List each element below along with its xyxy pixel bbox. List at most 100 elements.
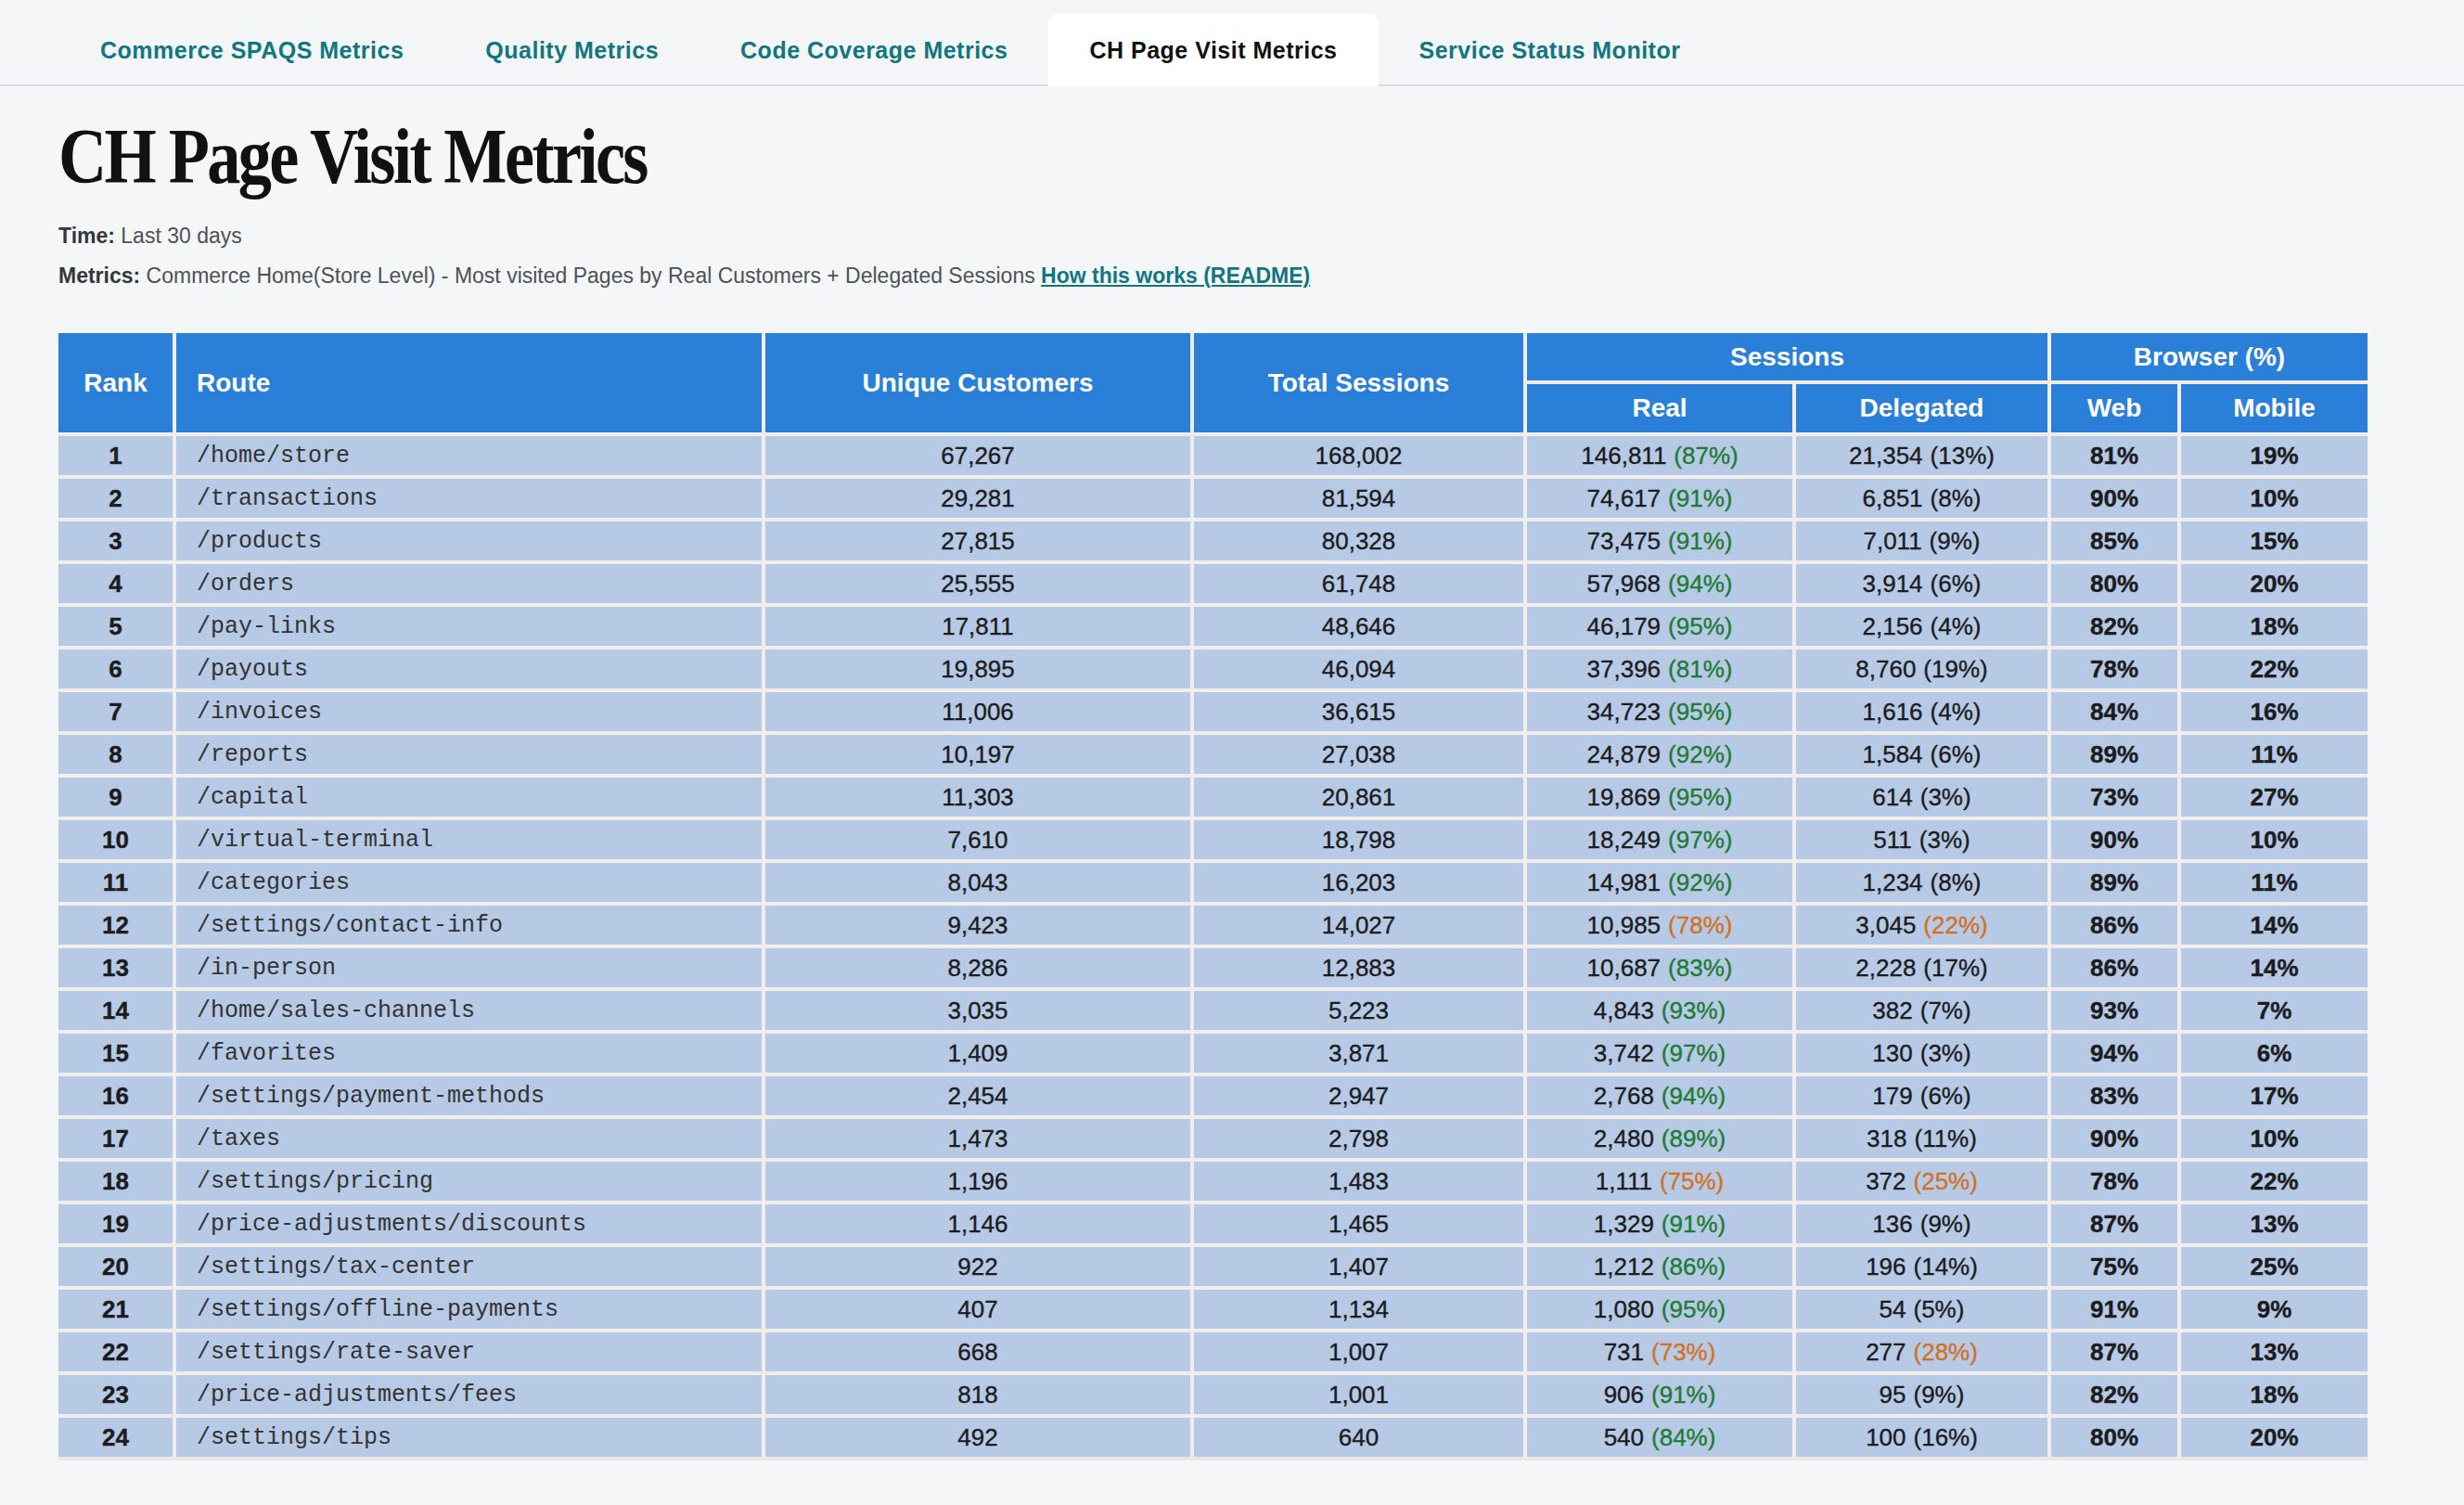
delegated-count: 6,851 — [1863, 484, 1923, 513]
cell-route: /price-adjustments/fees — [176, 1375, 762, 1414]
time-label: Time: — [58, 224, 115, 248]
cell-mobile-percent: 20% — [2181, 1418, 2368, 1457]
delegated-percent: (6%) — [1931, 570, 1982, 598]
delegated-count: 1,234 — [1863, 868, 1923, 897]
delegated-count: 136 — [1872, 1210, 1912, 1239]
delegated-percent: (3%) — [1920, 783, 1971, 812]
cell-mobile-percent: 11% — [2181, 863, 2368, 902]
real-count: 10,985 — [1587, 911, 1662, 940]
cell-delegated-sessions: 318(11%) — [1796, 1119, 2047, 1158]
time-row: Time: Last 30 days — [58, 216, 2464, 256]
col-header-route: Route — [176, 333, 762, 432]
cell-route: /favorites — [176, 1034, 762, 1073]
cell-real-sessions: 1,111(75%) — [1527, 1162, 1792, 1201]
real-count: 1,111 — [1596, 1167, 1652, 1196]
cell-web-percent: 83% — [2051, 1076, 2177, 1115]
cell-route: /settings/tax-center — [176, 1247, 762, 1286]
cell-web-percent: 78% — [2051, 1162, 2177, 1201]
col-group-sessions: Sessions — [1527, 333, 2047, 380]
cell-rank: 11 — [58, 863, 173, 902]
tab-code-coverage-metrics[interactable]: Code Coverage Metrics — [699, 14, 1048, 86]
col-group-browser: Browser (%) — [2051, 333, 2368, 380]
tab-service-status-monitor[interactable]: Service Status Monitor — [1379, 14, 1722, 86]
real-percent: (93%) — [1662, 997, 1726, 1025]
real-count: 18,249 — [1587, 826, 1662, 855]
cell-mobile-percent: 17% — [2181, 1076, 2368, 1115]
delegated-count: 7,011 — [1863, 527, 1921, 556]
real-count: 37,396 — [1587, 655, 1662, 684]
delegated-count: 1,584 — [1863, 740, 1923, 769]
readme-link[interactable]: How this works (README) — [1041, 264, 1310, 288]
cell-total-sessions: 46,094 — [1194, 650, 1523, 688]
delegated-percent: (13%) — [1931, 442, 1995, 470]
cell-delegated-sessions: 95(9%) — [1796, 1375, 2047, 1414]
col-header-rank: Rank — [58, 333, 173, 432]
col-header-total-sessions: Total Sessions — [1194, 333, 1523, 432]
tab-ch-page-visit-metrics[interactable]: CH Page Visit Metrics — [1048, 14, 1378, 86]
cell-real-sessions: 73,475(91%) — [1527, 521, 1792, 560]
cell-web-percent: 93% — [2051, 991, 2177, 1030]
cell-web-percent: 73% — [2051, 778, 2177, 817]
real-count: 540 — [1604, 1423, 1644, 1452]
cell-mobile-percent: 11% — [2181, 735, 2368, 774]
real-percent: (78%) — [1668, 911, 1732, 940]
real-count: 3,742 — [1594, 1039, 1654, 1068]
cell-rank: 10 — [58, 820, 173, 859]
cell-web-percent: 90% — [2051, 479, 2177, 518]
cell-real-sessions: 2,768(94%) — [1527, 1076, 1792, 1115]
cell-unique-customers: 11,303 — [765, 778, 1190, 817]
delegated-count: 3,045 — [1855, 911, 1916, 940]
cell-rank: 6 — [58, 650, 173, 688]
cell-total-sessions: 1,007 — [1194, 1332, 1523, 1371]
real-count: 10,687 — [1587, 954, 1662, 983]
cell-mobile-percent: 14% — [2181, 906, 2368, 945]
real-percent: (73%) — [1651, 1338, 1715, 1367]
cell-web-percent: 84% — [2051, 692, 2177, 731]
cell-unique-customers: 1,146 — [765, 1204, 1190, 1243]
tab-commerce-spaqs-metrics[interactable]: Commerce SPAQS Metrics — [59, 14, 444, 86]
cell-route: /settings/tips — [176, 1418, 762, 1457]
cell-unique-customers: 67,267 — [765, 436, 1190, 475]
cell-total-sessions: 12,883 — [1194, 948, 1523, 987]
cell-web-percent: 94% — [2051, 1034, 2177, 1073]
real-count: 4,843 — [1594, 997, 1654, 1025]
cell-rank: 12 — [58, 906, 173, 945]
delegated-percent: (25%) — [1914, 1167, 1978, 1196]
cell-delegated-sessions: 2,228(17%) — [1796, 948, 2047, 987]
cell-web-percent: 89% — [2051, 735, 2177, 774]
cell-delegated-sessions: 136(9%) — [1796, 1204, 2047, 1243]
cell-mobile-percent: 18% — [2181, 607, 2368, 646]
cell-delegated-sessions: 100(16%) — [1796, 1418, 2047, 1457]
delegated-percent: (6%) — [1931, 740, 1982, 769]
cell-real-sessions: 2,480(89%) — [1527, 1119, 1792, 1158]
real-percent: (95%) — [1662, 1295, 1726, 1324]
cell-route: /home/store — [176, 436, 762, 475]
cell-rank: 3 — [58, 521, 173, 560]
cell-real-sessions: 57,968(94%) — [1527, 564, 1792, 603]
metrics-table: RankRouteUnique CustomersTotal SessionsS… — [58, 333, 2464, 1460]
cell-real-sessions: 4,843 (93%) — [1527, 991, 1792, 1030]
cell-total-sessions: 81,594 — [1194, 479, 1523, 518]
cell-mobile-percent: 6% — [2181, 1034, 2368, 1073]
delegated-count: 8,760 — [1855, 655, 1916, 684]
cell-unique-customers: 27,815 — [765, 521, 1190, 560]
real-count: 14,981 — [1587, 868, 1662, 897]
delegated-percent: (19%) — [1923, 655, 1987, 684]
cell-web-percent: 90% — [2051, 1119, 2177, 1158]
tab-quality-metrics[interactable]: Quality Metrics — [444, 14, 699, 86]
delegated-count: 130 — [1872, 1039, 1912, 1068]
cell-total-sessions: 2,947 — [1194, 1076, 1523, 1115]
real-percent: (91%) — [1668, 484, 1732, 513]
cell-route: /reports — [176, 735, 762, 774]
cell-unique-customers: 9,423 — [765, 906, 1190, 945]
cell-mobile-percent: 13% — [2181, 1332, 2368, 1371]
cell-route: /orders — [176, 564, 762, 603]
delegated-count: 100 — [1866, 1423, 1906, 1452]
cell-rank: 19 — [58, 1204, 173, 1243]
cell-mobile-percent: 16% — [2181, 692, 2368, 731]
real-count: 731 — [1604, 1338, 1644, 1367]
real-count: 1,212 — [1594, 1253, 1654, 1281]
cell-mobile-percent: 9% — [2181, 1290, 2368, 1329]
cell-real-sessions: 24,879(92%) — [1527, 735, 1792, 774]
cell-unique-customers: 818 — [765, 1375, 1190, 1414]
